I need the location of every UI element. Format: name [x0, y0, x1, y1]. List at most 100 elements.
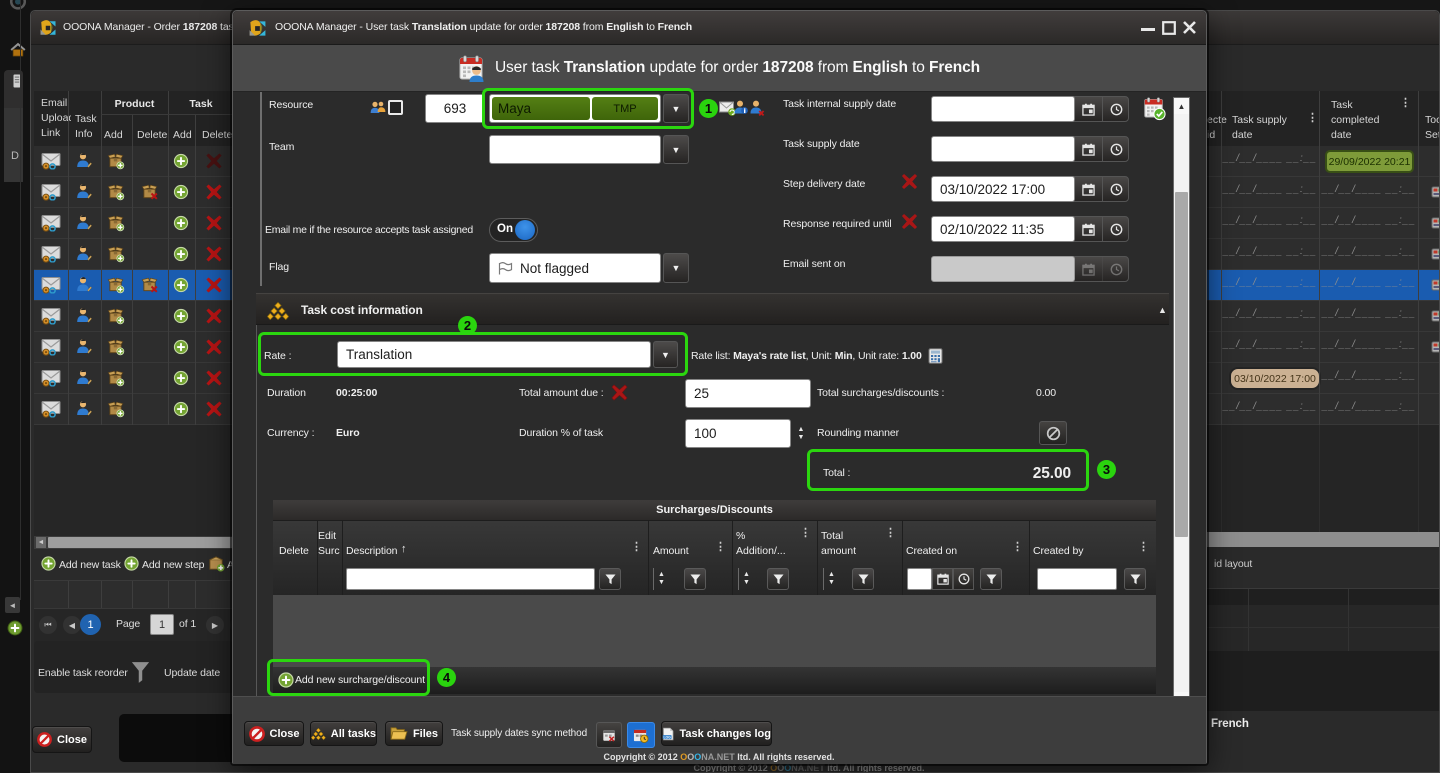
email-upload-link-icon[interactable] — [41, 184, 61, 201]
task-completed-date-cell[interactable]: __/__/____ __:__ — [1322, 246, 1416, 257]
column-task-supply-date[interactable]: Task supply date — [1232, 113, 1312, 143]
date-clock-button[interactable] — [1102, 216, 1129, 242]
resource-dropdown-arrow[interactable]: ▼ — [663, 94, 689, 123]
task-row-right-4[interactable]: __/__/____ __:____/__/____ __:__ — [1191, 239, 1440, 270]
task-row-right-3[interactable]: __/__/____ __:____/__/____ __:__ — [1191, 208, 1440, 239]
cost-collapse-icon[interactable]: ▲ — [1158, 305, 1167, 315]
task-row-3[interactable] — [34, 208, 234, 239]
resource-checkbox[interactable] — [388, 100, 403, 115]
total-filter-spinner[interactable]: ▲▼ — [823, 568, 839, 590]
supply-column-menu-icon[interactable]: ⋮ — [1307, 116, 1318, 120]
resource-remove-icon[interactable] — [749, 100, 765, 116]
task-row-right-7[interactable]: __/__/____ __:__ __/__/____ __:__ — [1191, 332, 1440, 363]
modal-vscrollbar[interactable]: ▲ ▼ — [1173, 97, 1190, 709]
supply-dates-calendar-check-icon[interactable] — [1144, 97, 1166, 121]
total-filter-button[interactable] — [852, 568, 874, 590]
task-add-icon[interactable] — [174, 278, 189, 293]
task-row-right-5[interactable]: __/__/____ __:____/__/____ __:__ — [1191, 270, 1440, 301]
created-on-calendar-button[interactable] — [932, 568, 953, 590]
task-delete-icon[interactable] — [206, 308, 223, 325]
total-due-input[interactable]: 25 — [685, 379, 811, 408]
task-info-icon[interactable] — [76, 277, 92, 294]
date-input[interactable]: 02/10/2022 11:35 — [931, 216, 1075, 242]
pct-menu-icon[interactable]: ⋮ — [800, 531, 811, 535]
email-upload-link-icon[interactable] — [41, 277, 61, 294]
spin-up-icon[interactable]: ▲ — [828, 571, 835, 579]
created-by-filter-input[interactable] — [1037, 568, 1117, 590]
rate-dropdown[interactable]: Translation — [337, 341, 651, 368]
email-upload-link-icon[interactable] — [41, 246, 61, 263]
task-info-icon[interactable] — [76, 246, 92, 263]
update-date-label[interactable]: Update date — [164, 667, 220, 679]
column-task-delete[interactable]: Delete — [202, 128, 232, 143]
spin-down-icon[interactable]: ▼ — [798, 434, 805, 442]
task-info-icon[interactable] — [76, 308, 92, 325]
task-completed-date-cell[interactable]: 29/09/2022 20:21 — [1325, 150, 1414, 173]
product-add-icon[interactable] — [108, 246, 125, 263]
task-completed-date-cell[interactable]: __/__/____ __:__ — [1322, 277, 1416, 288]
calculator-icon[interactable] — [928, 348, 943, 364]
column-product-add[interactable]: Add — [104, 128, 123, 143]
resource-info-icon[interactable] — [733, 100, 748, 116]
task-row-9[interactable] — [34, 394, 234, 425]
spin-down-icon[interactable]: ▼ — [658, 579, 665, 587]
date-clock-button[interactable] — [1102, 256, 1129, 282]
cost-section-header[interactable]: Task cost information ▲ — [256, 293, 1169, 325]
task-row-right-8[interactable]: 03/10/2022 17:00__/__/____ __:__ — [1191, 363, 1440, 394]
pct-filter-button[interactable] — [767, 568, 789, 590]
date-input[interactable]: 03/10/2022 17:00 — [931, 176, 1075, 202]
hscroll-left-arrow[interactable]: ◄ — [36, 537, 46, 548]
task-row-right-1[interactable]: __/__/____ __:__29/09/2022 20:21 — [1191, 146, 1440, 177]
task-row-right-2[interactable]: __/__/____ __:____/__/____ __:__ — [1191, 177, 1440, 208]
task-info-icon[interactable] — [76, 401, 92, 418]
product-add-icon[interactable] — [108, 215, 125, 232]
rate-dropdown-arrow[interactable]: ▼ — [653, 341, 678, 368]
email-upload-link-icon[interactable] — [41, 370, 61, 387]
completed-column-menu-icon[interactable]: ⋮ — [1400, 101, 1411, 105]
date-calendar-button[interactable] — [1075, 256, 1102, 282]
background-close-button[interactable]: Close — [32, 726, 92, 753]
spin-down-icon[interactable]: ▼ — [828, 579, 835, 587]
duration-pct-spinner[interactable]: ▲ ▼ — [791, 419, 811, 448]
task-supply-date-cell[interactable]: __/__/____ __:__ — [1223, 339, 1317, 350]
description-menu-icon[interactable]: ⋮ — [631, 545, 642, 549]
task-row-7[interactable] — [34, 332, 234, 363]
task-completed-date-cell[interactable]: __/__/____ __:__ — [1322, 339, 1416, 350]
column-group-task[interactable]: Task — [168, 97, 234, 112]
email-toggle[interactable]: On — [489, 218, 538, 242]
column-edit-surcharge[interactable]: Edit Surc — [318, 529, 344, 559]
task-add-icon[interactable] — [174, 309, 189, 324]
vscroll-thumb[interactable] — [1175, 192, 1188, 537]
dock-collapse-button[interactable]: ◄ — [5, 597, 20, 613]
column-task-completed-date[interactable]: Task completed date — [1331, 98, 1411, 143]
toolbar-settings-icon[interactable] — [1432, 187, 1440, 198]
created-by-filter-button[interactable] — [1124, 568, 1146, 590]
pager-page-input[interactable]: 1 — [150, 614, 174, 635]
created-on-clock-button[interactable] — [953, 568, 974, 590]
created-by-menu-icon[interactable]: ⋮ — [1138, 545, 1149, 549]
task-add-icon[interactable] — [174, 216, 189, 231]
task-supply-date-cell[interactable]: __/__/____ __:__ — [1223, 308, 1317, 319]
column-total-amount[interactable]: Total amount — [821, 529, 881, 559]
amount-menu-icon[interactable]: ⋮ — [715, 545, 726, 549]
rounding-none-button[interactable] — [1039, 421, 1067, 445]
task-delete-icon[interactable] — [206, 246, 223, 263]
task-row-2[interactable] — [34, 177, 234, 208]
team-input[interactable] — [489, 135, 661, 164]
date-clock-button[interactable] — [1102, 96, 1129, 122]
spin-up-icon[interactable]: ▲ — [798, 426, 805, 434]
product-add-icon[interactable] — [108, 308, 125, 325]
resource-combobox[interactable]: Maya TMP — [489, 94, 661, 123]
created-on-menu-icon[interactable]: ⋮ — [1012, 545, 1023, 549]
task-add-icon[interactable] — [174, 185, 189, 200]
task-delete-icon[interactable] — [206, 215, 223, 232]
date-calendar-button[interactable] — [1075, 176, 1102, 202]
product-add-icon[interactable] — [108, 339, 125, 356]
task-row-4[interactable] — [34, 239, 234, 270]
date-input[interactable] — [931, 256, 1075, 282]
flag-dropdown-arrow[interactable]: ▼ — [663, 253, 689, 283]
task-add-icon[interactable] — [174, 371, 189, 386]
email-upload-link-icon[interactable] — [41, 401, 61, 418]
column-delete[interactable]: Delete — [279, 545, 309, 557]
modal-close-button[interactable]: Close — [244, 721, 304, 746]
